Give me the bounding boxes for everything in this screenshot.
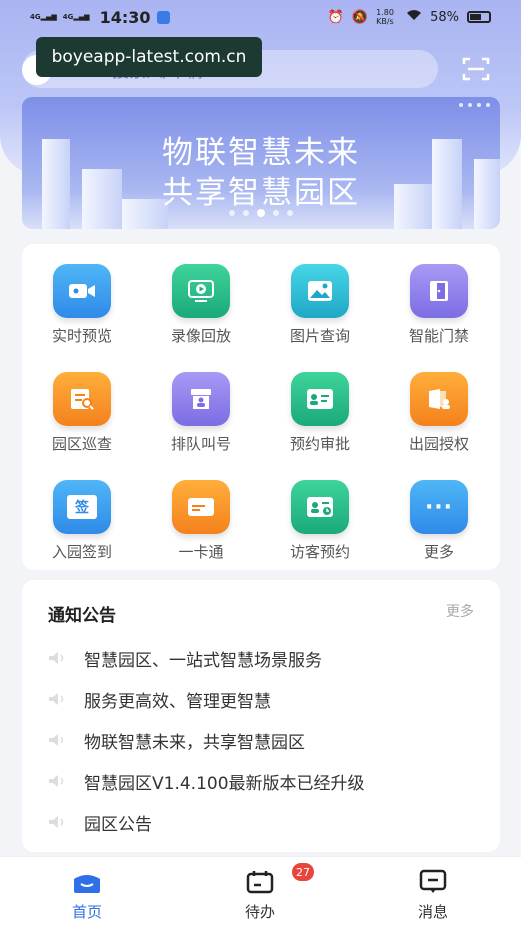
- grid-item-label: 出园授权: [408, 435, 469, 453]
- banner[interactable]: 物联智慧未来 共享智慧园区: [22, 97, 500, 229]
- grid-item-label: 更多: [423, 543, 454, 561]
- tab-home[interactable]: 首页: [47, 869, 127, 922]
- grid-item-label: 智能门禁: [408, 327, 469, 345]
- network-speed: 1.80 KB/s: [376, 8, 394, 26]
- grid-item-label: 实时预览: [51, 327, 112, 345]
- grid-item-queue[interactable]: 排队叫号: [151, 372, 251, 472]
- bottom-tab-bar: 首页 27 待办 消息: [0, 856, 521, 928]
- grid-item-smart-card[interactable]: 一卡通: [151, 480, 251, 580]
- grid-item-entry-checkin[interactable]: 签 入园签到: [32, 480, 132, 580]
- tab-todo[interactable]: 27 待办: [220, 863, 314, 922]
- speaker-icon: [49, 775, 64, 787]
- function-grid: 实时预览 录像回放 图片查询 智能门禁 园区巡查 排队叫号 预约审批 出园授权 …: [22, 244, 500, 570]
- watermark-overlay: boyeapp-latest.com.cn: [36, 37, 262, 77]
- speaker-icon: [49, 816, 64, 828]
- grid-item-booking-approval[interactable]: 预约审批: [270, 372, 370, 472]
- status-bar: 4G▂▄▆ 4G▂▄▆ 14:30 ⏰ 🔕 1.80 KB/s 58%: [0, 0, 521, 34]
- wifi-icon: [406, 9, 422, 25]
- scan-icon[interactable]: [462, 56, 490, 82]
- grid-item-label: 预约审批: [289, 435, 350, 453]
- approve-icon: [291, 372, 349, 426]
- grid-item-live-preview[interactable]: 实时预览: [32, 264, 132, 364]
- grid-item-more[interactable]: ··· 更多: [389, 480, 489, 580]
- notice-item[interactable]: 智慧园区V1.4.100最新版本已经升级: [48, 769, 478, 794]
- status-time: 14:30: [99, 7, 151, 27]
- notice-item[interactable]: 智慧园区、一站式智慧场景服务: [48, 646, 478, 671]
- notice-card: 通知公告 更多 智慧园区、一站式智慧场景服务 服务更高效、管理更智慧 物联智慧未…: [22, 580, 500, 852]
- tab-label: 待办: [244, 903, 275, 921]
- mute-icon: 🔕: [351, 9, 369, 25]
- queue-icon: [172, 372, 230, 426]
- banner-page-indicator: [459, 103, 490, 107]
- grid-item-smart-access[interactable]: 智能门禁: [389, 264, 489, 364]
- todo-badge: 27: [292, 863, 314, 881]
- notice-item[interactable]: 服务更高效、管理更智慧: [48, 687, 478, 712]
- notice-item-text: 物联智慧未来，共享智慧园区: [84, 732, 305, 753]
- tab-messages[interactable]: 消息: [393, 869, 473, 922]
- grid-item-label: 录像回放: [170, 327, 231, 345]
- more-icon: ···: [410, 480, 468, 534]
- notice-item[interactable]: 物联智慧未来，共享智慧园区: [48, 728, 478, 753]
- visitor-icon: [291, 480, 349, 534]
- grid-item-image-search[interactable]: 图片查询: [270, 264, 370, 364]
- grid-item-label: 图片查询: [289, 327, 350, 345]
- grid-item-exit-authorization[interactable]: 出园授权: [389, 372, 489, 472]
- playback-icon: [172, 264, 230, 318]
- tab-label: 首页: [71, 903, 102, 921]
- more-icon-glyph: ···: [424, 494, 454, 520]
- app-notification-icon: [156, 10, 170, 24]
- door-icon: [410, 264, 468, 318]
- notice-item-text: 服务更高效、管理更智慧: [84, 691, 271, 712]
- image-icon: [291, 264, 349, 318]
- grid-item-label: 排队叫号: [170, 435, 231, 453]
- signin-icon: 签: [53, 480, 111, 534]
- speaker-icon: [49, 693, 64, 705]
- signin-icon-glyph: 签: [67, 495, 97, 519]
- video-icon: [53, 264, 111, 318]
- patrol-icon: [53, 372, 111, 426]
- todo-icon: 27: [244, 863, 314, 895]
- grid-item-label: 园区巡查: [51, 435, 112, 453]
- grid-item-park-patrol[interactable]: 园区巡查: [32, 372, 132, 472]
- grid-item-visitor-booking[interactable]: 访客预约: [270, 480, 370, 580]
- alarm-icon: ⏰: [327, 9, 344, 25]
- notice-item-text: 智慧园区、一站式智慧场景服务: [84, 650, 322, 671]
- signal-icon-2: 4G▂▄▆: [62, 13, 90, 21]
- speaker-icon: [49, 652, 64, 664]
- banner-carousel-dots: [22, 209, 500, 217]
- authorize-icon: [410, 372, 468, 426]
- banner-headline: 物联智慧未来: [162, 135, 360, 171]
- tab-label: 消息: [417, 903, 448, 921]
- signal-icon: 4G▂▄▆: [30, 13, 57, 21]
- speaker-icon: [49, 734, 64, 746]
- notice-title: 通知公告: [48, 606, 116, 626]
- grid-item-label: 一卡通: [178, 543, 224, 561]
- notice-item-text: 园区公告: [84, 814, 152, 835]
- card-icon: [172, 480, 230, 534]
- grid-item-label: 入园签到: [51, 543, 112, 561]
- grid-item-label: 访客预约: [289, 543, 350, 561]
- message-icon: [417, 869, 449, 895]
- battery-percent: 58%: [430, 9, 459, 25]
- notice-item[interactable]: 园区公告: [48, 810, 478, 835]
- battery-icon: [467, 11, 491, 23]
- notice-item-text: 智慧园区V1.4.100最新版本已经升级: [84, 773, 365, 794]
- banner-subheadline: 共享智慧园区: [162, 175, 360, 211]
- home-icon: [71, 869, 103, 895]
- notice-more-link[interactable]: 更多: [446, 601, 474, 621]
- grid-item-playback[interactable]: 录像回放: [151, 264, 251, 364]
